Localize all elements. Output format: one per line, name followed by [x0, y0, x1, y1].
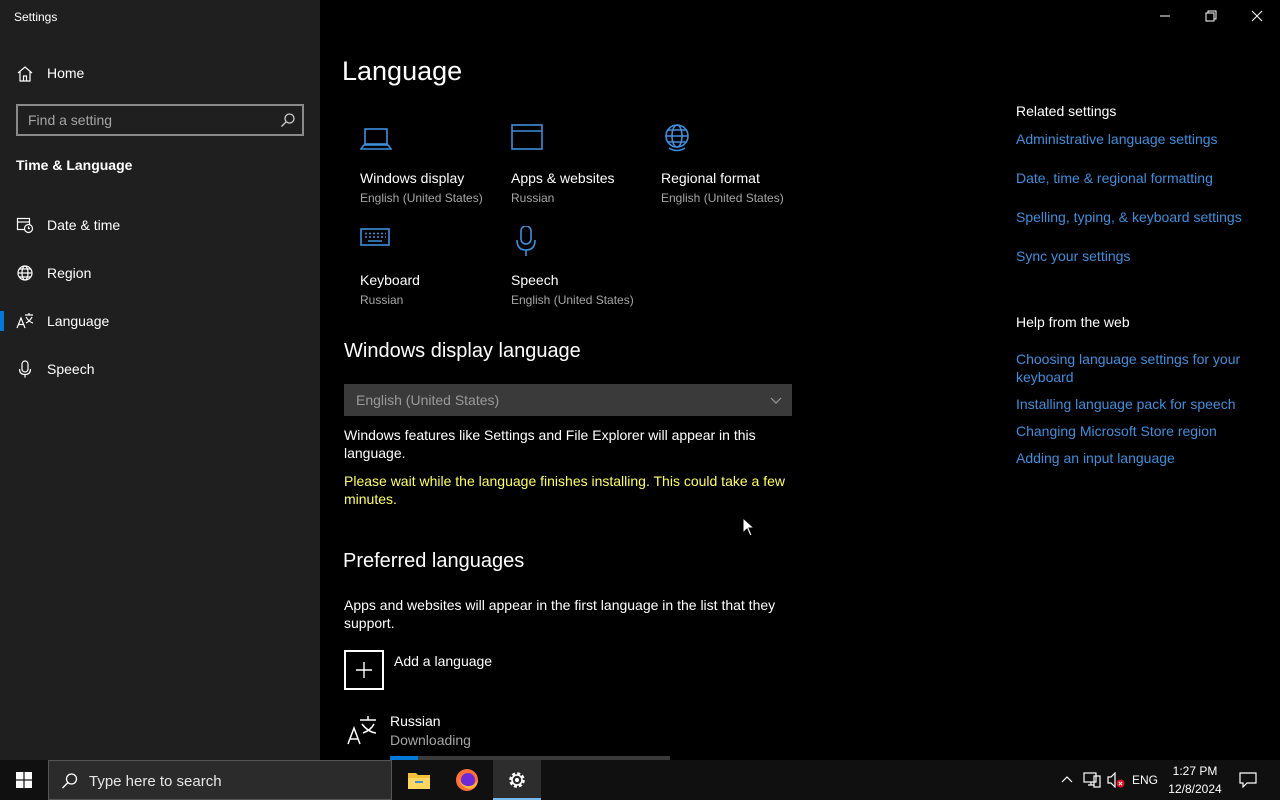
add-language-button[interactable]: Add a language: [344, 650, 644, 690]
page-title: Language: [342, 56, 463, 86]
tile-title: Windows display: [360, 170, 465, 186]
related-settings-heading: Related settings: [1016, 103, 1117, 119]
preferred-languages-heading: Preferred languages: [343, 550, 525, 572]
dropdown-value: English (United States): [356, 392, 500, 408]
tile-subtitle: English (United States): [661, 191, 784, 205]
sidebar-item-label: Language: [47, 313, 110, 329]
sidebar-item-speech[interactable]: Speech: [0, 349, 320, 389]
tile-subtitle: Russian: [511, 191, 555, 205]
plus-icon: [356, 662, 372, 678]
volume-muted-icon: [1107, 772, 1125, 788]
minimize-button[interactable]: [1142, 0, 1188, 32]
chevron-down-icon: [770, 397, 782, 404]
help-web-heading: Help from the web: [1016, 314, 1130, 330]
find-setting-input[interactable]: [18, 106, 274, 134]
link-help-keyboard[interactable]: Choosing language settings for your keyb…: [1016, 350, 1256, 386]
action-center-button[interactable]: [1234, 760, 1262, 800]
link-date-time-regional[interactable]: Date, time & regional formatting: [1016, 169, 1256, 187]
tray-clock-time[interactable]: 1:27 PM: [1166, 764, 1224, 778]
sidebar-item-home[interactable]: Home: [0, 56, 320, 90]
sidebar-item-language[interactable]: Language: [0, 301, 320, 341]
tile-subtitle: English (United States): [511, 293, 634, 307]
tray-overflow-button[interactable]: [1058, 760, 1076, 800]
plus-icon-box: [344, 650, 384, 690]
microphone-icon: [516, 226, 536, 256]
display-language-description: Windows features like Settings and File …: [344, 427, 756, 461]
tile-title: Apps & websites: [511, 170, 615, 186]
chevron-up-icon: [1061, 776, 1073, 783]
link-help-store-region[interactable]: Changing Microsoft Store region: [1016, 422, 1256, 440]
file-explorer-icon: [408, 773, 430, 789]
tile-regional-format[interactable]: Regional format English (United States): [661, 124, 801, 214]
display-language-warning: Please wait while the language finishes …: [344, 473, 785, 507]
sidebar-item-label: Speech: [47, 361, 95, 377]
app-title: Settings: [14, 10, 58, 24]
microphone-icon: [18, 360, 32, 378]
tile-keyboard[interactable]: Keyboard Russian: [360, 226, 500, 316]
tile-title: Regional format: [661, 170, 760, 186]
preferred-languages-description: Apps and websites will appear in the fir…: [344, 597, 776, 631]
taskbar-search-box[interactable]: Type here to search: [48, 760, 392, 800]
find-setting-box: [16, 104, 304, 136]
taskbar-file-explorer[interactable]: [395, 760, 443, 800]
language-row-russian[interactable]: Russian Downloading: [344, 710, 674, 760]
sidebar-item-label: Region: [47, 265, 92, 281]
display-language-dropdown[interactable]: English (United States): [344, 384, 792, 416]
taskbar: Type here to search ENG 1:27 PM 12/8/202…: [0, 760, 1280, 800]
mouse-cursor-icon: [742, 517, 756, 537]
sidebar-item-region[interactable]: Region: [0, 253, 320, 293]
tray-volume-button[interactable]: [1105, 760, 1127, 800]
firefox-icon: [456, 769, 478, 791]
notification-icon: [1239, 772, 1257, 788]
tray-network-button[interactable]: [1081, 760, 1103, 800]
taskbar-settings[interactable]: [493, 760, 541, 800]
add-language-label: Add a language: [394, 653, 493, 669]
tile-title: Speech: [511, 272, 559, 288]
restore-icon: [1205, 10, 1217, 22]
section-title: Time & Language: [16, 157, 133, 173]
link-help-input-language[interactable]: Adding an input language: [1016, 449, 1256, 467]
laptop-icon: [360, 128, 392, 150]
minimize-icon: [1160, 15, 1170, 17]
windows-logo-icon: [16, 772, 32, 788]
display-language-heading: Windows display language: [344, 340, 581, 362]
tile-title: Keyboard: [360, 272, 420, 288]
link-sync-settings[interactable]: Sync your settings: [1016, 247, 1256, 265]
globe-icon: [17, 265, 33, 281]
link-admin-language-settings[interactable]: Administrative language settings: [1016, 130, 1256, 148]
globe-icon: [665, 124, 689, 152]
tray-clock-date[interactable]: 12/8/2024: [1166, 782, 1224, 796]
link-help-speech-pack[interactable]: Installing language pack for speech: [1016, 395, 1256, 413]
tile-subtitle: English (United States): [360, 191, 483, 205]
sidebar-item-label: Date & time: [47, 217, 121, 233]
search-icon[interactable]: [280, 112, 296, 128]
taskbar-firefox[interactable]: [443, 760, 491, 800]
home-icon: [17, 66, 33, 82]
input-language-indicator[interactable]: ENG: [1130, 773, 1160, 787]
settings-gear-icon: [509, 772, 525, 788]
language-name: Russian: [390, 713, 441, 729]
close-icon: [1251, 10, 1263, 22]
start-button[interactable]: [0, 760, 48, 800]
taskbar-search-placeholder: Type here to search: [89, 773, 222, 790]
sidebar: Settings Home Time & Language Date & tim…: [0, 0, 320, 760]
language-status: Downloading: [390, 732, 471, 748]
tile-windows-display[interactable]: Windows display English (United States): [360, 124, 500, 214]
tile-subtitle: Russian: [360, 293, 404, 307]
close-button[interactable]: [1234, 0, 1280, 32]
tile-apps-websites[interactable]: Apps & websites Russian: [511, 124, 651, 214]
calendar-clock-icon: [16, 217, 34, 234]
keyboard-icon: [360, 228, 390, 246]
network-icon: [1083, 772, 1101, 788]
sidebar-item-label: Home: [47, 65, 85, 81]
window-icon: [511, 124, 543, 150]
search-icon: [62, 773, 78, 789]
sidebar-item-date-time[interactable]: Date & time: [0, 205, 320, 245]
restore-button[interactable]: [1188, 0, 1234, 32]
tile-speech[interactable]: Speech English (United States): [511, 226, 651, 316]
language-icon: [16, 313, 34, 329]
language-icon: [347, 716, 377, 745]
link-spelling-typing-keyboard[interactable]: Spelling, typing, & keyboard settings: [1016, 208, 1256, 226]
